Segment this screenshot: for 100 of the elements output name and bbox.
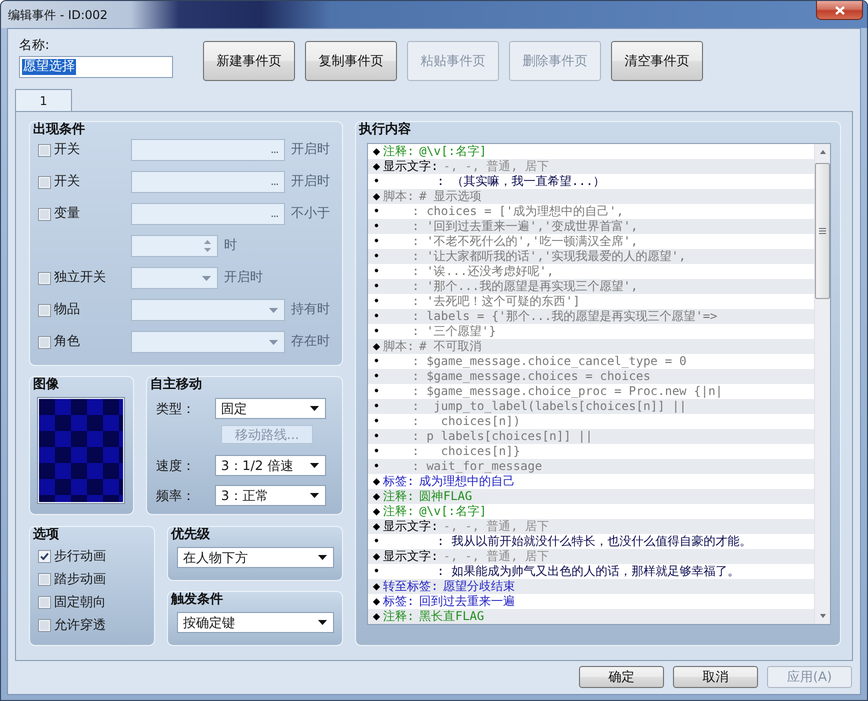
checkbox-label: 允许穿透 xyxy=(54,618,106,634)
event-command-row[interactable]: • : $game_message.choice_cancel_type = 0 xyxy=(368,354,814,369)
checkbox[interactable] xyxy=(38,272,51,284)
checkbox[interactable] xyxy=(38,304,51,316)
condition-suffix: 时 xyxy=(224,238,237,254)
event-command-row[interactable]: • : '回到过去重来一遍','变成世界首富', xyxy=(368,219,814,234)
condition-suffix: 开启时 xyxy=(291,174,330,190)
event-command-row[interactable]: ◆ 标签: 回到过去重来一遍 xyxy=(368,594,814,609)
field-label: 频率： xyxy=(156,488,196,504)
dropdown[interactable] xyxy=(131,331,285,353)
event-command-row[interactable]: • : choices[n]} xyxy=(368,444,814,459)
event-command-row[interactable]: ◆ 注释: 黑长直FLAG xyxy=(368,609,814,624)
caret-down-icon xyxy=(310,493,319,498)
event-command-row[interactable]: • : '诶...还没考虑好呢', xyxy=(368,264,814,279)
dropdown[interactable]: 固定 xyxy=(215,398,326,419)
spin-arrows-icon[interactable] xyxy=(204,240,211,252)
event-command-row[interactable]: • : （其实嘛，我一直希望...） xyxy=(368,174,814,189)
event-command-row[interactable]: ◆ 注释: 圆神FLAG xyxy=(368,489,814,504)
event-command-row[interactable]: • : 如果能成为帅气又出色的人的话，那样就足够幸福了。 xyxy=(368,564,814,579)
window-title: 编辑事件 - ID:002 xyxy=(7,7,108,23)
browse-button[interactable]: ... xyxy=(270,176,278,188)
event-command-row[interactable]: ◆ 显示文字: -, -, 普通, 居下 xyxy=(368,549,814,564)
page-action-button[interactable]: 清空事件页 xyxy=(611,41,703,81)
caret-down-icon xyxy=(202,276,211,280)
checkbox-label: 步行动画 xyxy=(54,548,106,564)
checkbox[interactable] xyxy=(38,596,51,609)
event-command-row[interactable]: ◆ 脚本: # 不可取消 xyxy=(368,339,814,354)
event-command-row[interactable]: • : '那个...我的愿望是再实现三个愿望', xyxy=(368,279,814,294)
group-title: 优先级 xyxy=(171,528,210,542)
dialog-button[interactable]: 确定 xyxy=(579,666,664,688)
event-command-row[interactable]: ◆ 注释: @\v[:名字] xyxy=(368,144,814,159)
group-title: 触发条件 xyxy=(171,593,223,607)
condition-suffix: 持有时 xyxy=(291,302,330,318)
event-command-row[interactable]: • : $game_message.choice_proc = Proc.new {|n| xyxy=(368,384,814,399)
browse-button[interactable]: ... xyxy=(270,208,278,220)
event-command-row[interactable]: ◆ 显示文字: -, -, 普通, 居下 xyxy=(368,159,814,174)
checkbox-label: 变量 xyxy=(54,206,80,222)
close-icon xyxy=(834,6,844,14)
event-command-row[interactable]: ◆ 显示文字: -, -, 普通, 居下 xyxy=(368,519,814,534)
checkbox-label: 踏步动画 xyxy=(54,572,106,588)
event-command-row[interactable]: • : choices = ['成为理想中的自己', xyxy=(368,204,814,219)
group-title: 选项 xyxy=(33,528,59,542)
dropdown[interactable]: 3：1/2 倍速 xyxy=(215,455,326,476)
checkbox-label: 固定朝向 xyxy=(54,594,106,610)
dropdown[interactable] xyxy=(131,267,218,289)
tab[interactable]: 1 xyxy=(15,89,72,111)
condition-suffix: 开启时 xyxy=(291,142,330,158)
event-command-row[interactable]: • : choices[n]) xyxy=(368,414,814,429)
checkbox-label: 角色 xyxy=(54,334,80,350)
name-field[interactable]: 愿望选择 xyxy=(19,56,173,78)
selector-field[interactable]: ... xyxy=(131,203,285,225)
browse-button[interactable]: ... xyxy=(270,144,278,156)
checkbox-label: 物品 xyxy=(54,302,80,318)
condition-suffix: 存在时 xyxy=(291,334,330,350)
event-command-row[interactable]: • : labels = {'那个...我的愿望是再实现三个愿望'=> xyxy=(368,309,814,324)
event-command-row[interactable]: ◆ 脚本: # 显示选项 xyxy=(368,189,814,204)
selector-field[interactable]: ... xyxy=(131,139,285,161)
checkerboard-preview[interactable] xyxy=(38,398,124,503)
checkbox[interactable] xyxy=(38,619,51,632)
caret-down-icon xyxy=(269,308,278,312)
dropdown[interactable]: 按确定键 xyxy=(177,612,334,633)
condition-suffix: 不小于 xyxy=(291,206,330,222)
group-title: 执行内容 xyxy=(359,123,411,137)
event-command-row[interactable]: • : 我从以前开始就没什么特长，也没什么值得自豪的才能。 xyxy=(368,534,814,549)
name-label: 名称: xyxy=(19,38,50,54)
event-command-row[interactable]: ◆ 标签: 成为理想中的自己 xyxy=(368,474,814,489)
event-command-row[interactable]: • : wait_for_message xyxy=(368,459,814,474)
checkbox[interactable] xyxy=(38,208,51,220)
event-command-row[interactable]: • : '不老不死什么的','吃一顿满汉全席', xyxy=(368,234,814,249)
checkbox[interactable] xyxy=(38,336,51,348)
group-title: 图像 xyxy=(33,378,59,392)
scrollbar[interactable] xyxy=(814,144,830,624)
checkbox[interactable] xyxy=(38,550,51,563)
spin-field[interactable] xyxy=(131,235,218,257)
caret-down-icon xyxy=(269,340,278,344)
event-command-row[interactable]: • : '让大家都听我的话','实现我最爱的人的愿望', xyxy=(368,249,814,264)
group-title: 出现条件 xyxy=(33,123,85,137)
event-command-row[interactable]: • : '去死吧！这个可疑的东西'] xyxy=(368,294,814,309)
selector-field[interactable]: ... xyxy=(131,171,285,193)
checkbox[interactable] xyxy=(38,144,51,156)
page-action-button[interactable]: 复制事件页 xyxy=(305,41,397,81)
caret-down-icon xyxy=(310,463,319,468)
dropdown[interactable] xyxy=(131,299,285,321)
caret-down-icon xyxy=(318,620,327,625)
dropdown[interactable]: 3：正常 xyxy=(215,485,326,506)
dialog-button[interactable]: 取消 xyxy=(673,666,758,688)
page-action-button[interactable]: 新建事件页 xyxy=(203,41,295,81)
checkbox[interactable] xyxy=(38,176,51,188)
event-command-row[interactable]: ◆ 转至标签: 愿望分歧结束 xyxy=(368,579,814,594)
event-command-row[interactable]: ◆ 注释: @\v[:名字] xyxy=(368,504,814,519)
checkbox[interactable] xyxy=(38,573,51,586)
event-command-row[interactable]: • : $game_message.choices = choices xyxy=(368,369,814,384)
dropdown[interactable]: 在人物下方 xyxy=(177,547,334,568)
scrollbar-thumb[interactable] xyxy=(815,163,830,299)
event-command-row[interactable]: • : jump_to_label(labels[choices[n]] || xyxy=(368,399,814,414)
close-button[interactable] xyxy=(816,1,863,20)
event-command-row[interactable]: • : '三个愿望'} xyxy=(368,324,814,339)
event-command-row[interactable]: • : p labels[choices[n]] || xyxy=(368,429,814,444)
grip-icon xyxy=(819,228,826,234)
checkbox-label: 开关 xyxy=(54,174,80,190)
